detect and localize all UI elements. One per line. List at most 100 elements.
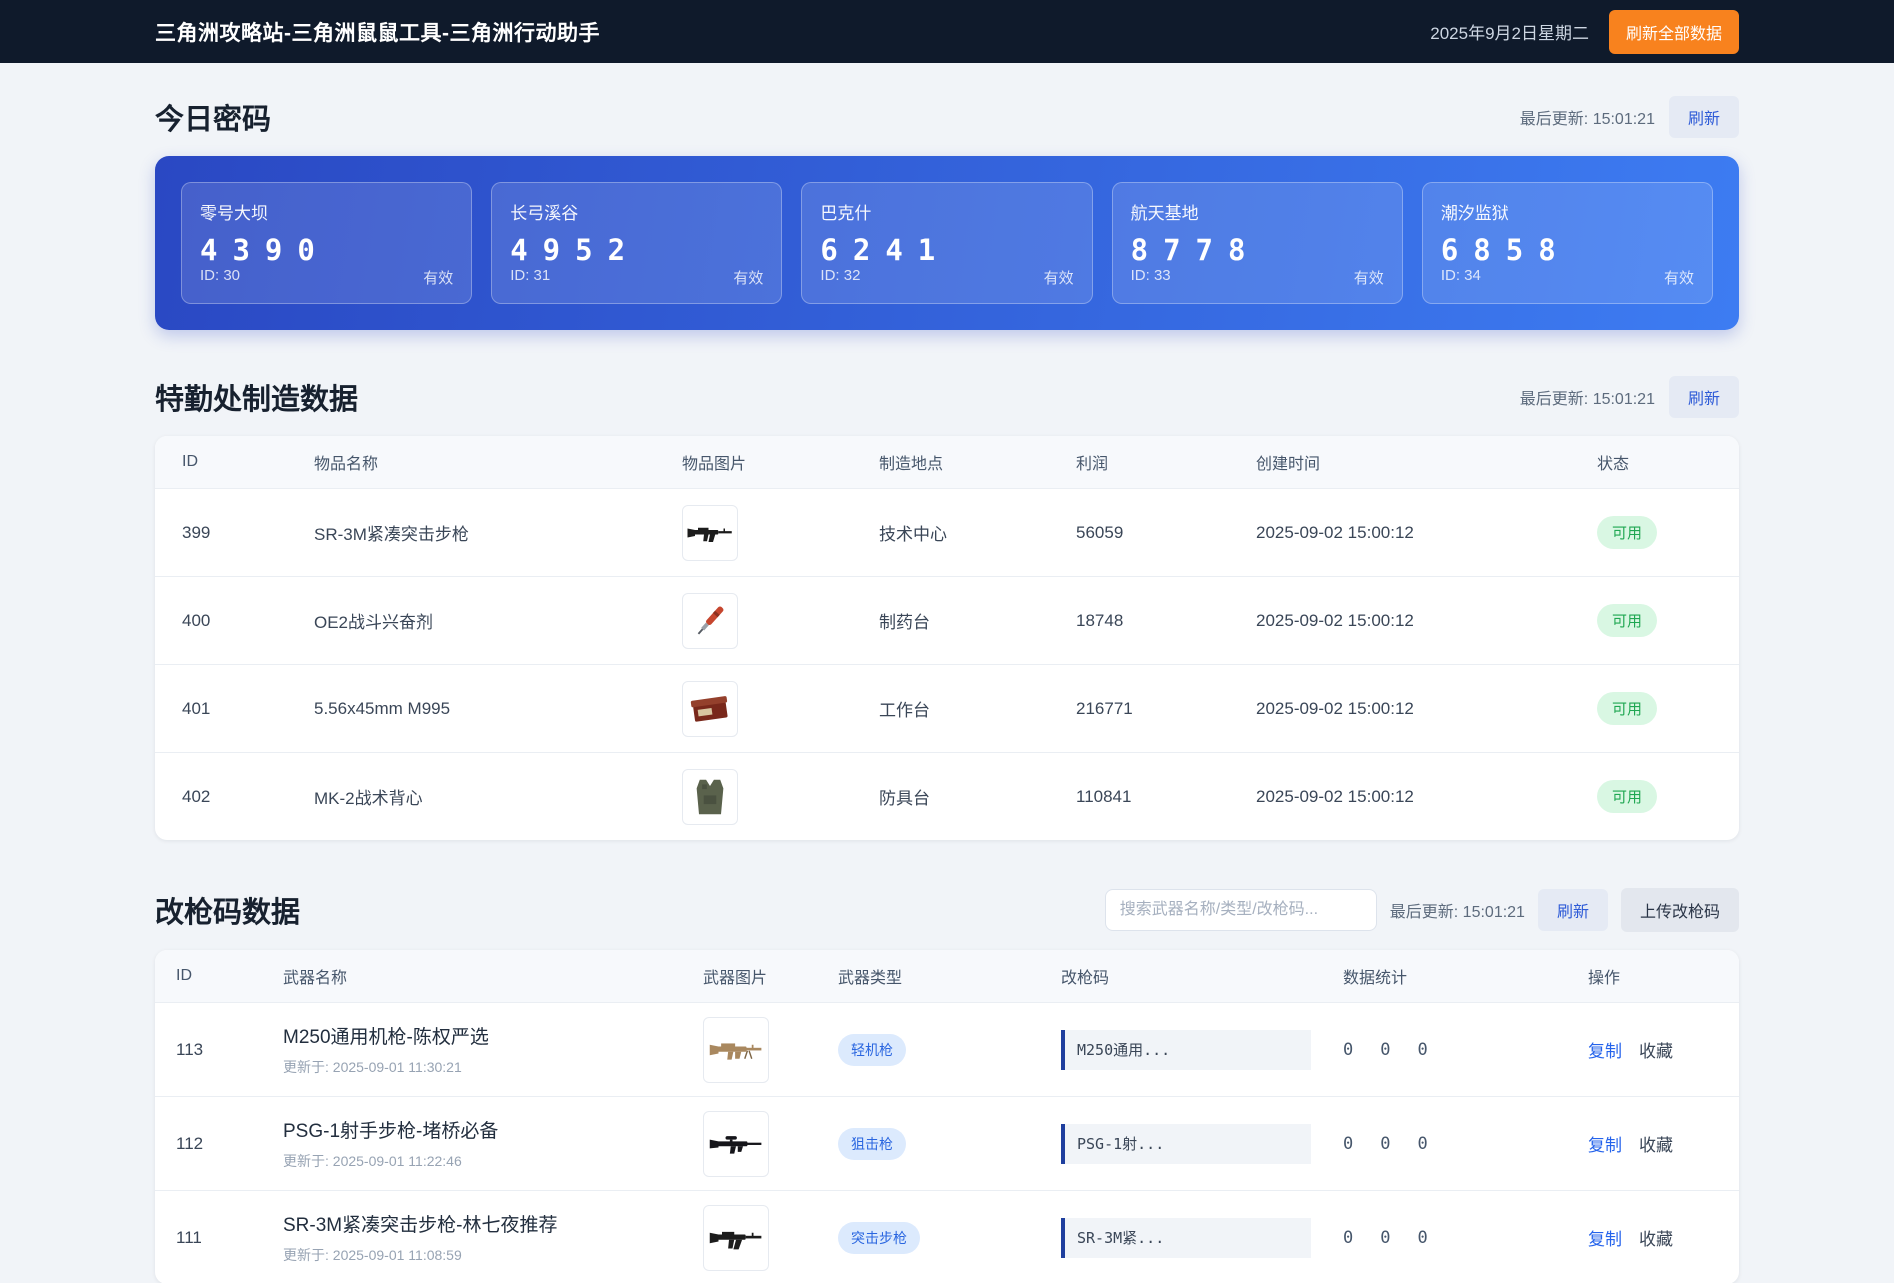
column-header-created: 创建时间: [1256, 456, 1321, 473]
passwords-refresh-button[interactable]: 刷新: [1668, 96, 1739, 138]
column-header-id: ID: [182, 453, 198, 470]
weapon-type-badge: 狙击枪: [838, 1127, 906, 1160]
gun-codes-table: ID 武器名称 武器图片 武器类型 改枪码 数据统计 操作 113 M250通用…: [155, 950, 1739, 1283]
manufacture-last-update: 最后更新: 15:01:21: [1519, 391, 1655, 408]
stat-value: 0: [1343, 1227, 1354, 1248]
item-created: 2025-09-02 15:00:12: [1256, 698, 1414, 718]
table-row: 401 5.56x45mm M995 工作台 216771 2025-09-02…: [155, 664, 1739, 752]
weapon-stats: 0 0 0: [1343, 1134, 1588, 1154]
stat-value: 0: [1380, 1227, 1391, 1248]
password-code: 4952: [510, 233, 641, 267]
manufacture-refresh-button[interactable]: 刷新: [1668, 376, 1739, 418]
search-input[interactable]: [1104, 889, 1377, 931]
column-header-location: 制造地点: [879, 456, 944, 473]
item-location: 技术中心: [879, 525, 947, 544]
stat-value: 0: [1343, 1039, 1354, 1060]
column-header-gun-code: 改枪码: [1061, 970, 1110, 987]
password-status: 有效: [1664, 270, 1695, 287]
manufacture-section-title: 特勤处制造数据: [155, 384, 359, 416]
password-id: ID: 32: [820, 267, 861, 284]
password-card: 长弓溪谷 4952 ID: 31 有效: [491, 182, 783, 304]
copy-link[interactable]: 复制: [1588, 1225, 1622, 1250]
weapon-id: 113: [176, 1039, 204, 1059]
item-location: 工作台: [879, 701, 930, 720]
current-date: 2025年9月2日星期二: [1430, 24, 1589, 43]
password-code: 6858: [1440, 233, 1571, 267]
password-status: 有效: [423, 270, 454, 287]
column-header-weapon-image: 武器图片: [703, 970, 768, 987]
column-header-weapon-type: 武器类型: [838, 970, 903, 987]
item-id: 401: [182, 698, 211, 718]
stat-value: 0: [1417, 1039, 1428, 1060]
top-bar: 三角洲攻略站-三角洲鼠鼠工具-三角洲行动助手 2025年9月2日星期二 刷新全部…: [0, 0, 1894, 63]
table-row: 400 OE2战斗兴奋剂 制药台 18748 2025-09-02 15:00:…: [155, 576, 1739, 664]
table-row: 402 MK-2战术背心 防具台 110841 2025-09-02 15:00…: [155, 752, 1739, 840]
item-profit: 56059: [1076, 522, 1124, 542]
password-status: 有效: [1353, 270, 1384, 287]
refresh-all-button[interactable]: 刷新全部数据: [1608, 9, 1739, 54]
password-code: 6241: [820, 233, 951, 267]
password-panel: 零号大坝 4390 ID: 30 有效 长弓溪谷 4952 ID: 31 有效 …: [155, 156, 1739, 330]
ammo-box-icon: [682, 680, 738, 737]
column-header-profit: 利润: [1076, 456, 1109, 473]
weapon-name: M250通用机枪-陈权严选: [283, 1027, 489, 1048]
item-profit: 216771: [1076, 698, 1133, 718]
sniper-rifle-icon: [703, 1110, 769, 1177]
gun-code-box: M250通用...: [1061, 1029, 1311, 1070]
status-badge: 可用: [1597, 604, 1658, 637]
gun-codes-refresh-button[interactable]: 刷新: [1537, 889, 1608, 931]
copy-link[interactable]: 复制: [1588, 1131, 1622, 1156]
weapon-updated: 更新于: 2025-09-01 11:22:46: [283, 1153, 462, 1169]
map-name: 航天基地: [1130, 204, 1199, 223]
stat-value: 0: [1343, 1133, 1354, 1154]
injector-icon: [682, 592, 738, 649]
favorite-link[interactable]: 收藏: [1639, 1225, 1673, 1250]
table-row: 111 SR-3M紧凑突击步枪-林七夜推荐 更新于: 2025-09-01 11…: [155, 1190, 1739, 1283]
item-name: 5.56x45mm M995: [314, 698, 451, 718]
stat-value: 0: [1417, 1227, 1428, 1248]
password-card: 巴克什 6241 ID: 32 有效: [801, 182, 1093, 304]
column-header-status: 状态: [1597, 456, 1630, 473]
password-card: 潮汐监狱 6858 ID: 34 有效: [1421, 182, 1714, 304]
gun-codes-table-header: ID 武器名称 武器图片 武器类型 改枪码 数据统计 操作: [155, 950, 1739, 1002]
weapon-stats: 0 0 0: [1343, 1228, 1588, 1248]
machine-gun-icon: [703, 1016, 769, 1083]
stat-value: 0: [1417, 1133, 1428, 1154]
app-title: 三角洲攻略站-三角洲鼠鼠工具-三角洲行动助手: [155, 21, 600, 45]
column-header-id: ID: [176, 967, 192, 984]
upload-gun-code-button[interactable]: 上传改枪码: [1620, 888, 1739, 932]
password-card: 零号大坝 4390 ID: 30 有效: [181, 182, 473, 304]
password-code: 8778: [1130, 233, 1261, 267]
item-created: 2025-09-02 15:00:12: [1256, 610, 1414, 630]
weapon-type-badge: 轻机枪: [838, 1033, 906, 1066]
item-name: MK-2战术背心: [314, 789, 423, 808]
status-badge: 可用: [1597, 692, 1658, 725]
password-id: ID: 31: [510, 267, 551, 284]
vest-icon: [682, 768, 738, 825]
weapon-type-badge: 突击步枪: [838, 1221, 920, 1254]
column-header-item-name: 物品名称: [314, 456, 379, 473]
item-profit: 110841: [1076, 786, 1132, 806]
column-header-weapon-name: 武器名称: [283, 970, 348, 987]
item-created: 2025-09-02 15:00:12: [1256, 522, 1414, 542]
favorite-link[interactable]: 收藏: [1639, 1037, 1673, 1062]
passwords-section-title: 今日密码: [155, 104, 272, 136]
favorite-link[interactable]: 收藏: [1639, 1131, 1673, 1156]
manufacture-table-header: ID 物品名称 物品图片 制造地点 利润 创建时间 状态: [155, 436, 1739, 488]
gun-codes-section-title: 改枪码数据: [155, 897, 301, 929]
map-name: 零号大坝: [200, 204, 268, 223]
item-id: 400: [182, 610, 211, 630]
copy-link[interactable]: 复制: [1588, 1037, 1622, 1062]
manufacture-table: ID 物品名称 物品图片 制造地点 利润 创建时间 状态 399 SR-3M紧凑…: [155, 436, 1739, 840]
stat-value: 0: [1380, 1039, 1391, 1060]
map-name: 长弓溪谷: [510, 204, 579, 223]
gun-codes-last-update: 最后更新: 15:01:21: [1389, 904, 1525, 921]
weapon-updated: 更新于: 2025-09-01 11:30:21: [283, 1059, 462, 1075]
weapon-id: 112: [176, 1133, 204, 1153]
column-header-item-image: 物品图片: [682, 456, 747, 473]
passwords-last-update: 最后更新: 15:01:21: [1519, 111, 1655, 128]
password-id: ID: 33: [1130, 267, 1171, 284]
item-id: 402: [182, 786, 211, 806]
status-badge: 可用: [1597, 516, 1658, 549]
weapon-updated: 更新于: 2025-09-01 11:08:59: [283, 1247, 462, 1263]
